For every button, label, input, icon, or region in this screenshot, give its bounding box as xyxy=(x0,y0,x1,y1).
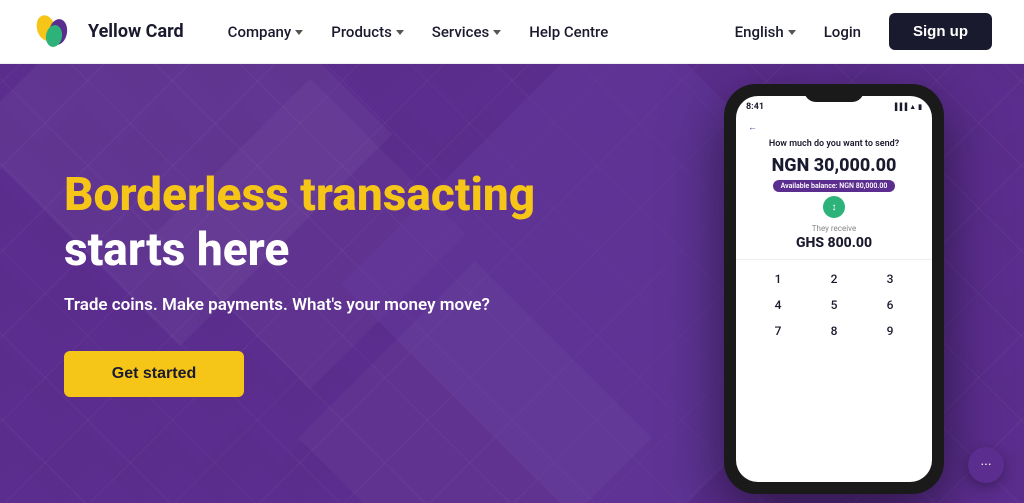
nav-services[interactable]: Services xyxy=(420,15,513,49)
company-chevron-icon xyxy=(295,30,303,35)
language-chevron-icon xyxy=(788,30,796,35)
language-selector[interactable]: English xyxy=(735,23,796,41)
services-chevron-icon xyxy=(493,30,501,35)
hero-title-colored: Borderless transacting xyxy=(64,170,550,221)
logo[interactable]: Yellow Card xyxy=(32,14,184,50)
nav-help-centre[interactable]: Help Centre xyxy=(517,15,620,49)
phone-time: 8:41 xyxy=(746,102,764,112)
phone-body: ← How much do you want to send? NGN 30,0… xyxy=(736,114,932,482)
logo-svg xyxy=(32,14,80,50)
phone-receive-label: They receive xyxy=(748,224,920,233)
phone-send-question: How much do you want to send? xyxy=(748,139,920,149)
phone-mockup: 8:41 ▐▐▐ ▲ ▮ ← How much do you want to s… xyxy=(724,84,964,503)
phone-key-9[interactable]: 9 xyxy=(864,320,916,342)
navbar-left: Yellow Card Company Products Services He… xyxy=(32,14,620,50)
nav-products[interactable]: Products xyxy=(319,15,416,49)
signal-icon: ▐▐▐ xyxy=(892,103,907,111)
phone-key-1[interactable]: 1 xyxy=(752,268,804,290)
navbar-right: English Login Sign up xyxy=(735,13,992,50)
phone-key-2[interactable]: 2 xyxy=(808,268,860,290)
phone-key-6[interactable]: 6 xyxy=(864,294,916,316)
phone-key-7[interactable]: 7 xyxy=(752,320,804,342)
chat-bubble-button[interactable]: ··· xyxy=(968,447,1004,483)
phone-back-arrow[interactable]: ← xyxy=(748,122,920,133)
phone-status-icons: ▐▐▐ ▲ ▮ xyxy=(892,103,922,111)
phone-screen: 8:41 ▐▐▐ ▲ ▮ ← How much do you want to s… xyxy=(736,96,932,482)
hero-title-white: starts here xyxy=(64,225,550,276)
hero-subtitle: Trade coins. Make payments. What's your … xyxy=(64,295,550,315)
wifi-icon: ▲ xyxy=(909,103,916,111)
battery-icon: ▮ xyxy=(918,103,922,111)
nav-company[interactable]: Company xyxy=(216,15,316,49)
nav-links: Company Products Services Help Centre xyxy=(216,15,621,49)
phone-outer: 8:41 ▐▐▐ ▲ ▮ ← How much do you want to s… xyxy=(724,84,944,494)
phone-send-amount: NGN 30,000.00 xyxy=(748,155,920,176)
phone-key-8[interactable]: 8 xyxy=(808,320,860,342)
logo-icon xyxy=(32,14,80,50)
logo-text: Yellow Card xyxy=(88,22,184,42)
navbar: Yellow Card Company Products Services He… xyxy=(0,0,1024,64)
hero-content: Borderless transacting starts here Trade… xyxy=(0,64,614,503)
phone-key-4[interactable]: 4 xyxy=(752,294,804,316)
chat-icon: ··· xyxy=(981,457,992,473)
phone-swap-icon xyxy=(823,196,845,218)
phone-key-5[interactable]: 5 xyxy=(808,294,860,316)
phone-notch xyxy=(804,84,864,102)
phone-keypad: 1 2 3 4 5 6 7 8 9 xyxy=(748,268,920,342)
products-chevron-icon xyxy=(396,30,404,35)
login-button[interactable]: Login xyxy=(812,15,873,49)
phone-receive-amount: GHS 800.00 xyxy=(748,235,920,251)
phone-divider xyxy=(736,259,932,260)
get-started-button[interactable]: Get started xyxy=(64,351,244,397)
phone-balance-badge: Available balance: NGN 80,000.00 xyxy=(773,180,896,192)
signup-button[interactable]: Sign up xyxy=(889,13,992,50)
phone-key-3[interactable]: 3 xyxy=(864,268,916,290)
hero-section: Borderless transacting starts here Trade… xyxy=(0,64,1024,503)
